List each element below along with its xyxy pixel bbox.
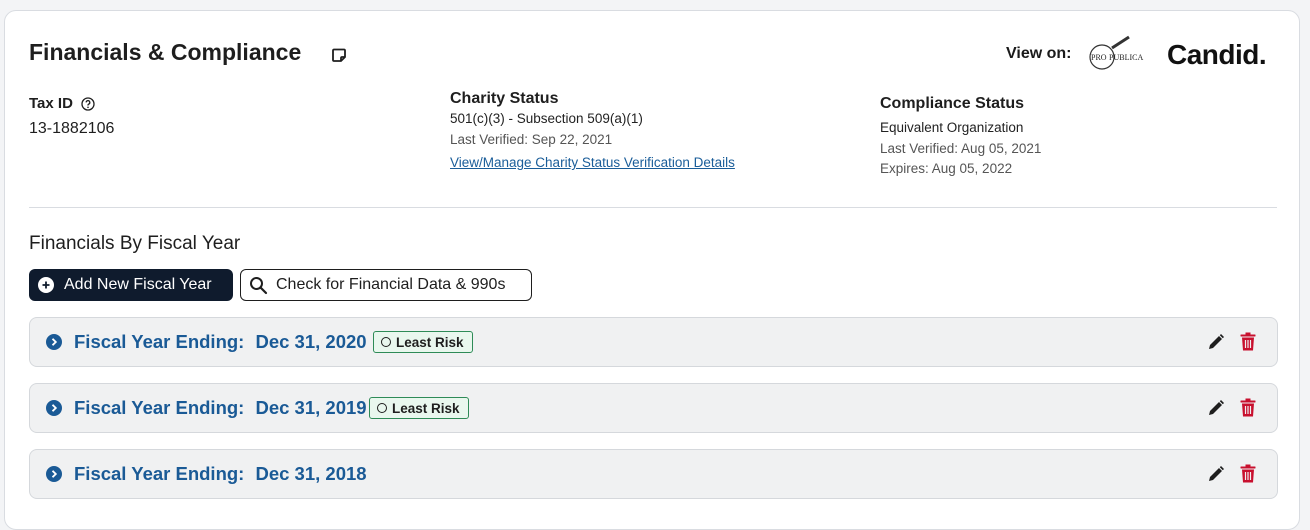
risk-badge: Least Risk <box>369 397 469 419</box>
risk-badge-label: Least Risk <box>392 400 460 416</box>
financials-compliance-card: Financials & Compliance View on: PRO PUB… <box>4 10 1300 530</box>
pencil-icon[interactable] <box>1207 399 1225 417</box>
circle-icon <box>377 403 387 413</box>
fiscal-year-row[interactable]: Fiscal Year Ending: Dec 31, 2018 <box>29 449 1278 499</box>
charity-verification-link[interactable]: View/Manage Charity Status Verification … <box>450 155 735 170</box>
fiscal-year-date: Dec 31, 2020 <box>255 331 367 352</box>
charity-status-label: Charity Status <box>450 90 559 107</box>
add-fiscal-year-button[interactable]: Add New Fiscal Year <box>29 269 233 301</box>
fiscal-year-label: Fiscal Year Ending: Dec 31, 2019 <box>74 397 367 419</box>
fiscal-year-label: Fiscal Year Ending: Dec 31, 2020 <box>74 331 367 353</box>
candid-logo[interactable]: Candid. <box>1167 39 1267 71</box>
divider <box>29 207 1277 208</box>
add-fiscal-year-label: Add New Fiscal Year <box>64 276 212 293</box>
fiscal-year-row[interactable]: Fiscal Year Ending: Dec 31, 2020 Least R… <box>29 317 1278 367</box>
pencil-icon[interactable] <box>1207 333 1225 351</box>
plus-circle-icon <box>38 277 54 293</box>
fiscal-year-date: Dec 31, 2019 <box>255 397 367 418</box>
tax-id-label-group: Tax ID <box>29 95 95 112</box>
tax-id-label: Tax ID <box>29 95 73 112</box>
section-title: Financials By Fiscal Year <box>29 233 241 254</box>
chevron-right-icon[interactable] <box>46 466 62 482</box>
trash-icon[interactable] <box>1240 398 1256 417</box>
compliance-last-verified: Last Verified: Aug 05, 2021 <box>880 141 1042 156</box>
fiscal-year-date: Dec 31, 2018 <box>255 463 367 484</box>
check-financial-data-button[interactable]: Check for Financial Data & 990s <box>240 269 532 301</box>
compliance-expires: Expires: Aug 05, 2022 <box>880 161 1013 176</box>
tax-id-value: 13-1882106 <box>29 120 115 137</box>
charity-last-verified: Last Verified: Sep 22, 2021 <box>450 132 613 147</box>
fiscal-year-prefix: Fiscal Year Ending: <box>74 397 245 418</box>
view-on-label: View on: <box>1006 45 1072 62</box>
fiscal-year-row[interactable]: Fiscal Year Ending: Dec 31, 2019 Least R… <box>29 383 1278 433</box>
propublica-logo[interactable]: PRO PUBLICA <box>1085 35 1161 75</box>
fiscal-year-label: Fiscal Year Ending: Dec 31, 2018 <box>74 463 367 485</box>
page-title: Financials & Compliance <box>29 39 302 65</box>
help-icon[interactable] <box>81 96 95 111</box>
search-icon <box>250 276 268 294</box>
svg-text:PRO: PRO <box>1091 53 1107 62</box>
charity-status-value: 501(c)(3) - Subsection 509(a)(1) <box>450 111 643 126</box>
pencil-icon[interactable] <box>1207 465 1225 483</box>
chevron-right-icon[interactable] <box>46 334 62 350</box>
trash-icon[interactable] <box>1240 464 1256 483</box>
risk-badge: Least Risk <box>373 331 473 353</box>
compliance-status-label: Compliance Status <box>880 95 1025 112</box>
trash-icon[interactable] <box>1240 332 1256 351</box>
note-icon[interactable] <box>331 47 347 63</box>
svg-text:PUBLICA: PUBLICA <box>1109 53 1143 62</box>
risk-badge-label: Least Risk <box>396 334 464 350</box>
circle-icon <box>381 337 391 347</box>
fiscal-year-prefix: Fiscal Year Ending: <box>74 463 245 484</box>
check-financial-data-label: Check for Financial Data & 990s <box>276 276 506 293</box>
compliance-status-value: Equivalent Organization <box>880 120 1024 135</box>
fiscal-year-prefix: Fiscal Year Ending: <box>74 331 245 352</box>
chevron-right-icon[interactable] <box>46 400 62 416</box>
